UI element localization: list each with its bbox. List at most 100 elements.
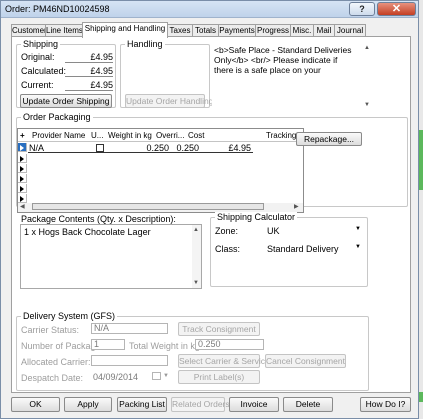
zone-value: UK [267, 226, 280, 236]
repackage-button[interactable]: Repackage... [296, 132, 362, 146]
print-labels-button[interactable]: Print Label(s) [178, 370, 260, 384]
row-weight: 0.250 [146, 143, 169, 153]
package-contents-box[interactable]: 1 x Hogs Back Chocolate Lager ▲ ▼ [20, 224, 202, 289]
current-label: Current: [21, 80, 54, 90]
order-packaging-group: Order Packaging + Provider Name U... Wei… [16, 112, 408, 213]
row-arrow-icon [20, 186, 24, 192]
calculated-underline [65, 76, 113, 77]
col-provider-name[interactable]: Provider Name [32, 129, 85, 142]
background-accent-bar [419, 392, 423, 402]
row-cost: £4.95 [228, 143, 251, 153]
calendar-icon[interactable] [152, 372, 161, 380]
calculated-value: £4.95 [90, 66, 113, 76]
carrier-status-field[interactable]: N/A [91, 323, 168, 334]
despatch-date-label: Despatch Date: [21, 373, 84, 383]
class-label: Class: [215, 244, 241, 254]
shipping-calculator-title: Shipping Calculator [215, 212, 298, 222]
row-arrow-icon [20, 176, 24, 182]
shipping-handling-panel: Shipping Original: £4.95 Calculated: £4.… [11, 36, 411, 393]
background-window-edge [419, 0, 423, 419]
scroll-up-icon[interactable]: ▲ [193, 227, 199, 233]
original-underline [65, 62, 113, 63]
update-order-handling-button[interactable]: Update Order Handling [125, 94, 213, 108]
chevron-down-icon[interactable]: ▼ [355, 244, 361, 250]
row-selector[interactable] [18, 154, 27, 163]
despatch-date-picker[interactable]: 04/09/2014 ▼ [91, 371, 169, 383]
number-of-packages-field[interactable]: 1 [91, 339, 125, 350]
contents-scrollbar[interactable]: ▲ ▼ [192, 225, 201, 288]
table-row[interactable]: N/A 0.250 0.250 £4.95 [28, 143, 253, 153]
ok-button[interactable]: OK [11, 397, 60, 412]
allocated-carrier-field[interactable] [91, 355, 168, 366]
row-selector[interactable] [18, 174, 27, 183]
notes-scrollbar[interactable]: ▲ ▼ [363, 43, 372, 110]
track-consignment-button[interactable]: Track Consignment [178, 322, 260, 336]
row-selector[interactable] [18, 184, 27, 193]
zone-select[interactable]: UK ▼ [265, 224, 365, 236]
shipping-group: Shipping Original: £4.95 Calculated: £4.… [16, 39, 116, 108]
despatch-date-value: 04/09/2014 [93, 372, 139, 382]
packing-list-button[interactable]: Packing List [117, 397, 167, 412]
allocated-carrier-label: Allocated Carrier: [21, 357, 91, 367]
original-label: Original: [21, 52, 55, 62]
original-value: £4.95 [90, 52, 113, 62]
window-title: Order: PM46ND10024598 [5, 4, 110, 14]
row-provider: N/A [29, 143, 45, 153]
title-bar[interactable]: Order: PM46ND10024598 ? ✕ [1, 1, 418, 18]
row-selector-active[interactable] [18, 143, 27, 152]
invoice-button[interactable]: Invoice [229, 397, 279, 412]
delivery-notes-box[interactable]: <b>Safe Place - Standard Deliveries Only… [212, 43, 372, 110]
col-u[interactable]: U... [91, 129, 103, 142]
packaging-grid[interactable]: + Provider Name U... Weight in kg Overri… [17, 128, 304, 213]
scroll-left-icon[interactable]: ◀ [20, 204, 25, 210]
calculated-label: Calculated: [21, 66, 67, 76]
total-weight-label: Total Weight in kg: [129, 341, 203, 351]
chevron-down-icon[interactable]: ▼ [163, 373, 169, 379]
class-select[interactable]: Standard Delivery ▼ [265, 242, 365, 254]
row-selector[interactable] [18, 164, 27, 173]
help-button[interactable]: ? [349, 2, 375, 16]
select-carrier-service-button[interactable]: Select Carrier & Service [178, 354, 270, 368]
scroll-right-icon[interactable]: ▶ [294, 204, 299, 210]
col-override[interactable]: Overri... [156, 129, 184, 142]
close-button[interactable]: ✕ [377, 2, 416, 16]
background-accent-bar [419, 130, 423, 190]
row-use-checkbox[interactable] [96, 144, 104, 152]
scroll-down-icon[interactable]: ▼ [193, 280, 199, 286]
chevron-down-icon[interactable]: ▼ [355, 226, 361, 232]
zone-label: Zone: [215, 226, 239, 236]
apply-button[interactable]: Apply [64, 397, 112, 412]
footer-bar: OK Apply Packing List Related Orders Inv… [1, 393, 418, 418]
scroll-thumb[interactable] [32, 203, 264, 210]
scroll-up-icon[interactable]: ▲ [364, 45, 370, 51]
current-underline [65, 90, 113, 91]
col-cost[interactable]: Cost [188, 129, 204, 142]
handling-group-title: Handling [125, 39, 165, 49]
related-orders-button[interactable]: Related Orders [171, 397, 230, 412]
carrier-status-label: Carrier Status: [21, 325, 80, 335]
how-do-i-button[interactable]: How Do I? [360, 397, 411, 412]
tab-shipping-and-handling[interactable]: Shipping and Handling [82, 22, 168, 38]
total-weight-field[interactable]: 0.250 [195, 339, 264, 350]
current-row-icon [20, 145, 24, 151]
col-tracking[interactable]: Tracking [266, 129, 296, 142]
col-weight[interactable]: Weight in kg [108, 129, 152, 142]
tab-strip: Customer Line Items Shipping and Handlin… [11, 22, 411, 38]
row-override: 0.250 [176, 143, 199, 153]
delivery-notes-text: <b>Safe Place - Standard Deliveries Only… [214, 45, 352, 75]
delete-button[interactable]: Delete [283, 397, 333, 412]
package-contents-text: 1 x Hogs Back Chocolate Lager [24, 227, 151, 237]
update-order-shipping-button[interactable]: Update Order Shipping [20, 94, 112, 108]
scroll-down-icon[interactable]: ▼ [364, 102, 370, 108]
row-arrow-icon [20, 166, 24, 172]
row-arrow-icon [20, 156, 24, 162]
cancel-consignment-button[interactable]: Cancel Consignment [265, 354, 346, 368]
delivery-system-title: Delivery System (GFS) [21, 311, 118, 321]
row-arrow-icon [20, 196, 24, 202]
delivery-system-group: Delivery System (GFS) Carrier Status: N/… [16, 311, 369, 391]
grid-horizontal-scrollbar[interactable]: ◀ ▶ [18, 203, 303, 212]
add-row-icon[interactable]: + [20, 129, 25, 142]
current-value: £4.95 [90, 80, 113, 90]
shipping-calculator-group: Shipping Calculator Zone: UK ▼ Class: St… [210, 212, 368, 287]
row-selector[interactable] [18, 194, 27, 203]
